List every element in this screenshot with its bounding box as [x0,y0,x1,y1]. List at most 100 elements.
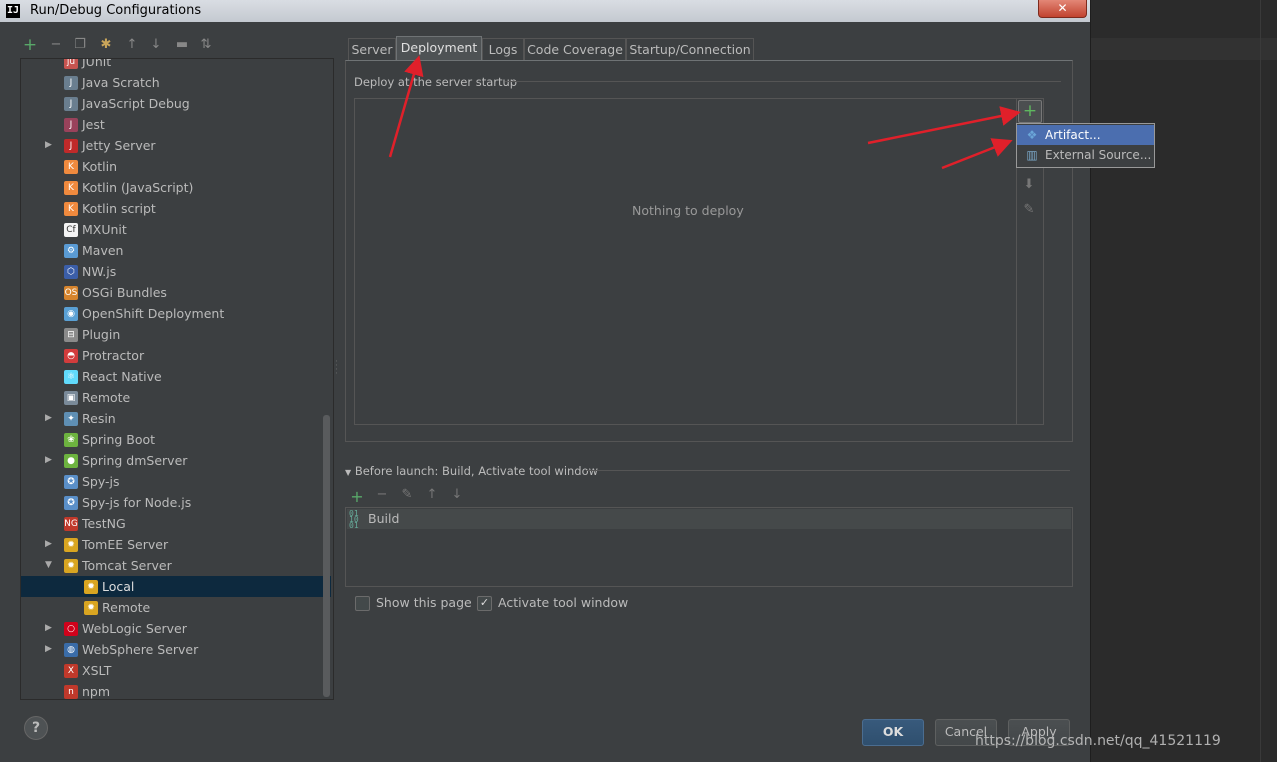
before-launch-header[interactable]: ▼ Before launch: Build, Activate tool wi… [345,464,598,478]
tree-item-javascript-debug[interactable]: J JavaScript Debug [21,93,331,114]
add-icon[interactable]: + [22,36,38,54]
tree-item-label: TomEE Server [82,537,169,552]
settings-icon[interactable]: ✱ [98,36,114,54]
javascript-debug-icon: J [64,97,78,111]
close-button[interactable]: ✕ [1038,0,1087,18]
show-this-page-checkbox[interactable] [355,596,370,611]
tree-item-weblogic-server[interactable]: ▶ ○ WebLogic Server [21,618,331,639]
move-up-icon[interactable]: ↑ [124,36,140,54]
help-button[interactable]: ? [24,716,48,740]
tree-item-label: Jest [82,117,105,132]
tree-item-spring-boot[interactable]: ❀ Spring Boot [21,429,331,450]
tree-item-mxunit[interactable]: Cf MXUnit [21,219,331,240]
tree-item-websphere-server[interactable]: ▶ ◍ WebSphere Server [21,639,331,660]
tree-item-tomee-server[interactable]: ▶ ✹ TomEE Server [21,534,331,555]
tree-item-kotlin-script[interactable]: K Kotlin script [21,198,331,219]
tree-item-remote[interactable]: ▣ Remote [21,387,331,408]
tree-item-protractor[interactable]: ◓ Protractor [21,345,331,366]
junit-icon: ju [64,59,78,69]
tab-logs[interactable]: Logs [482,38,524,60]
tree-item-maven[interactable]: ⚙ Maven [21,240,331,261]
build-icon: 01 10 01 [349,509,359,530]
tree-item-label: Protractor [82,348,145,363]
tree-item-spy-js[interactable]: ✪ Spy-js [21,471,331,492]
mxunit-icon: Cf [64,223,78,237]
add-deployment-button[interactable]: + [1018,100,1042,123]
remove-icon[interactable]: − [48,36,64,54]
splitter-handle[interactable]: · · · · [335,358,338,379]
tree-item-xslt[interactable]: X XSLT [21,660,331,681]
remove-icon[interactable]: − [374,487,390,502]
list-item[interactable]: 01 10 01 Build [347,509,1071,530]
empty-deploy-text: Nothing to deploy [632,203,744,218]
before-launch-list[interactable]: 01 10 01 Build [345,507,1073,587]
tree-item-label: XSLT [82,663,112,678]
tab-startup-connection[interactable]: Startup/Connection [626,38,754,60]
tree-item-kotlin[interactable]: K Kotlin [21,156,331,177]
tree-item-label: Remote [82,390,131,405]
ok-button[interactable]: OK [862,719,924,746]
tree-item-openshift-deployment[interactable]: ◉ OpenShift Deployment [21,303,331,324]
move-down-icon[interactable]: ⬇ [1022,177,1036,192]
edit-icon[interactable]: ✎ [399,487,415,502]
tree-item-spring-dmserver[interactable]: ▶ ● Spring dmServer [21,450,331,471]
tab-code-coverage[interactable]: Code Coverage [524,38,626,60]
tree-scrollbar[interactable] [323,415,330,697]
tree-item-osgi-bundles[interactable]: OS OSGi Bundles [21,282,331,303]
maven-icon: ⚙ [64,244,78,258]
configuration-tree[interactable]: ju JUnit J Java Scratch J JavaScript Debug J Je… [20,58,334,700]
tree-item-react-native[interactable]: ⚛ React Native [21,366,331,387]
expand-arrow-right-icon[interactable]: ▶ [45,618,55,639]
tree-item-resin[interactable]: ▶ ✦ Resin [21,408,331,429]
tomcat-icon: ✹ [84,601,98,615]
copy-icon[interactable]: ❐ [72,36,88,54]
tree-item-npm[interactable]: n npm [21,681,331,699]
tree-item-local[interactable]: ✹ Local [21,576,331,597]
activate-tool-window-checkbox[interactable]: ✓ [477,596,492,611]
weblogic-icon: ○ [64,622,78,636]
kotlin-icon: K [64,160,78,174]
popup-item-artifact[interactable]: ❖ Artifact... [1017,125,1154,145]
tree-item-nw-js[interactable]: ⬡ NW.js [21,261,331,282]
expand-arrow-right-icon[interactable]: ▶ [45,534,55,555]
tab-deployment[interactable]: Deployment [396,36,482,60]
xslt-icon: X [64,664,78,678]
tree-item-testng[interactable]: NG TestNG [21,513,331,534]
add-icon[interactable]: + [349,487,365,506]
move-down-icon[interactable]: ↓ [449,487,465,502]
deploy-list[interactable] [354,98,1044,425]
npm-icon: n [64,685,78,699]
tree-item-remote[interactable]: ✹ Remote [21,597,331,618]
tab-server[interactable]: Server [348,38,396,60]
tree-item-java-scratch[interactable]: J Java Scratch [21,72,331,93]
collapse-arrow-icon[interactable]: ▼ [345,468,351,477]
tree-item-jetty-server[interactable]: ▶ J Jetty Server [21,135,331,156]
tree-item-junit[interactable]: ju JUnit [21,59,331,72]
tree-item-jest[interactable]: J Jest [21,114,331,135]
tree-item-kotlin-javascript[interactable]: K Kotlin (JavaScript) [21,177,331,198]
tree-item-plugin[interactable]: ⊟ Plugin [21,324,331,345]
tree-item-label: Tomcat Server [82,558,172,573]
tomcat-icon: ✹ [64,559,78,573]
resin-icon: ✦ [64,412,78,426]
tree-item-label: Spring dmServer [82,453,188,468]
tree-item-label: Spy-js [82,474,120,489]
tree-item-tomcat-server[interactable]: ▼ ✹ Tomcat Server [21,555,331,576]
expand-arrow-right-icon[interactable]: ▶ [45,639,55,660]
move-up-icon[interactable]: ↑ [424,487,440,502]
sort-icon[interactable]: ⇅ [198,36,214,54]
expand-arrow-right-icon[interactable]: ▶ [45,450,55,471]
expand-arrow-down-icon[interactable]: ▼ [45,555,55,576]
edit-icon[interactable]: ✎ [1022,202,1036,217]
expand-arrow-right-icon[interactable]: ▶ [45,408,55,429]
expand-arrow-right-icon[interactable]: ▶ [45,135,55,156]
jest-icon: J [64,118,78,132]
watermark: https://blog.csdn.net/qq_41521119 [975,733,1221,749]
tree-item-label: WebSphere Server [82,642,199,657]
folder-icon[interactable]: ▬ [174,36,190,54]
jetty-icon: J [64,139,78,153]
move-down-icon[interactable]: ↓ [148,36,164,54]
popup-item-external-source[interactable]: ▥ External Source... [1017,145,1154,165]
react-icon: ⚛ [64,370,78,384]
tree-item-spy-js-for-node-js[interactable]: ✪ Spy-js for Node.js [21,492,331,513]
